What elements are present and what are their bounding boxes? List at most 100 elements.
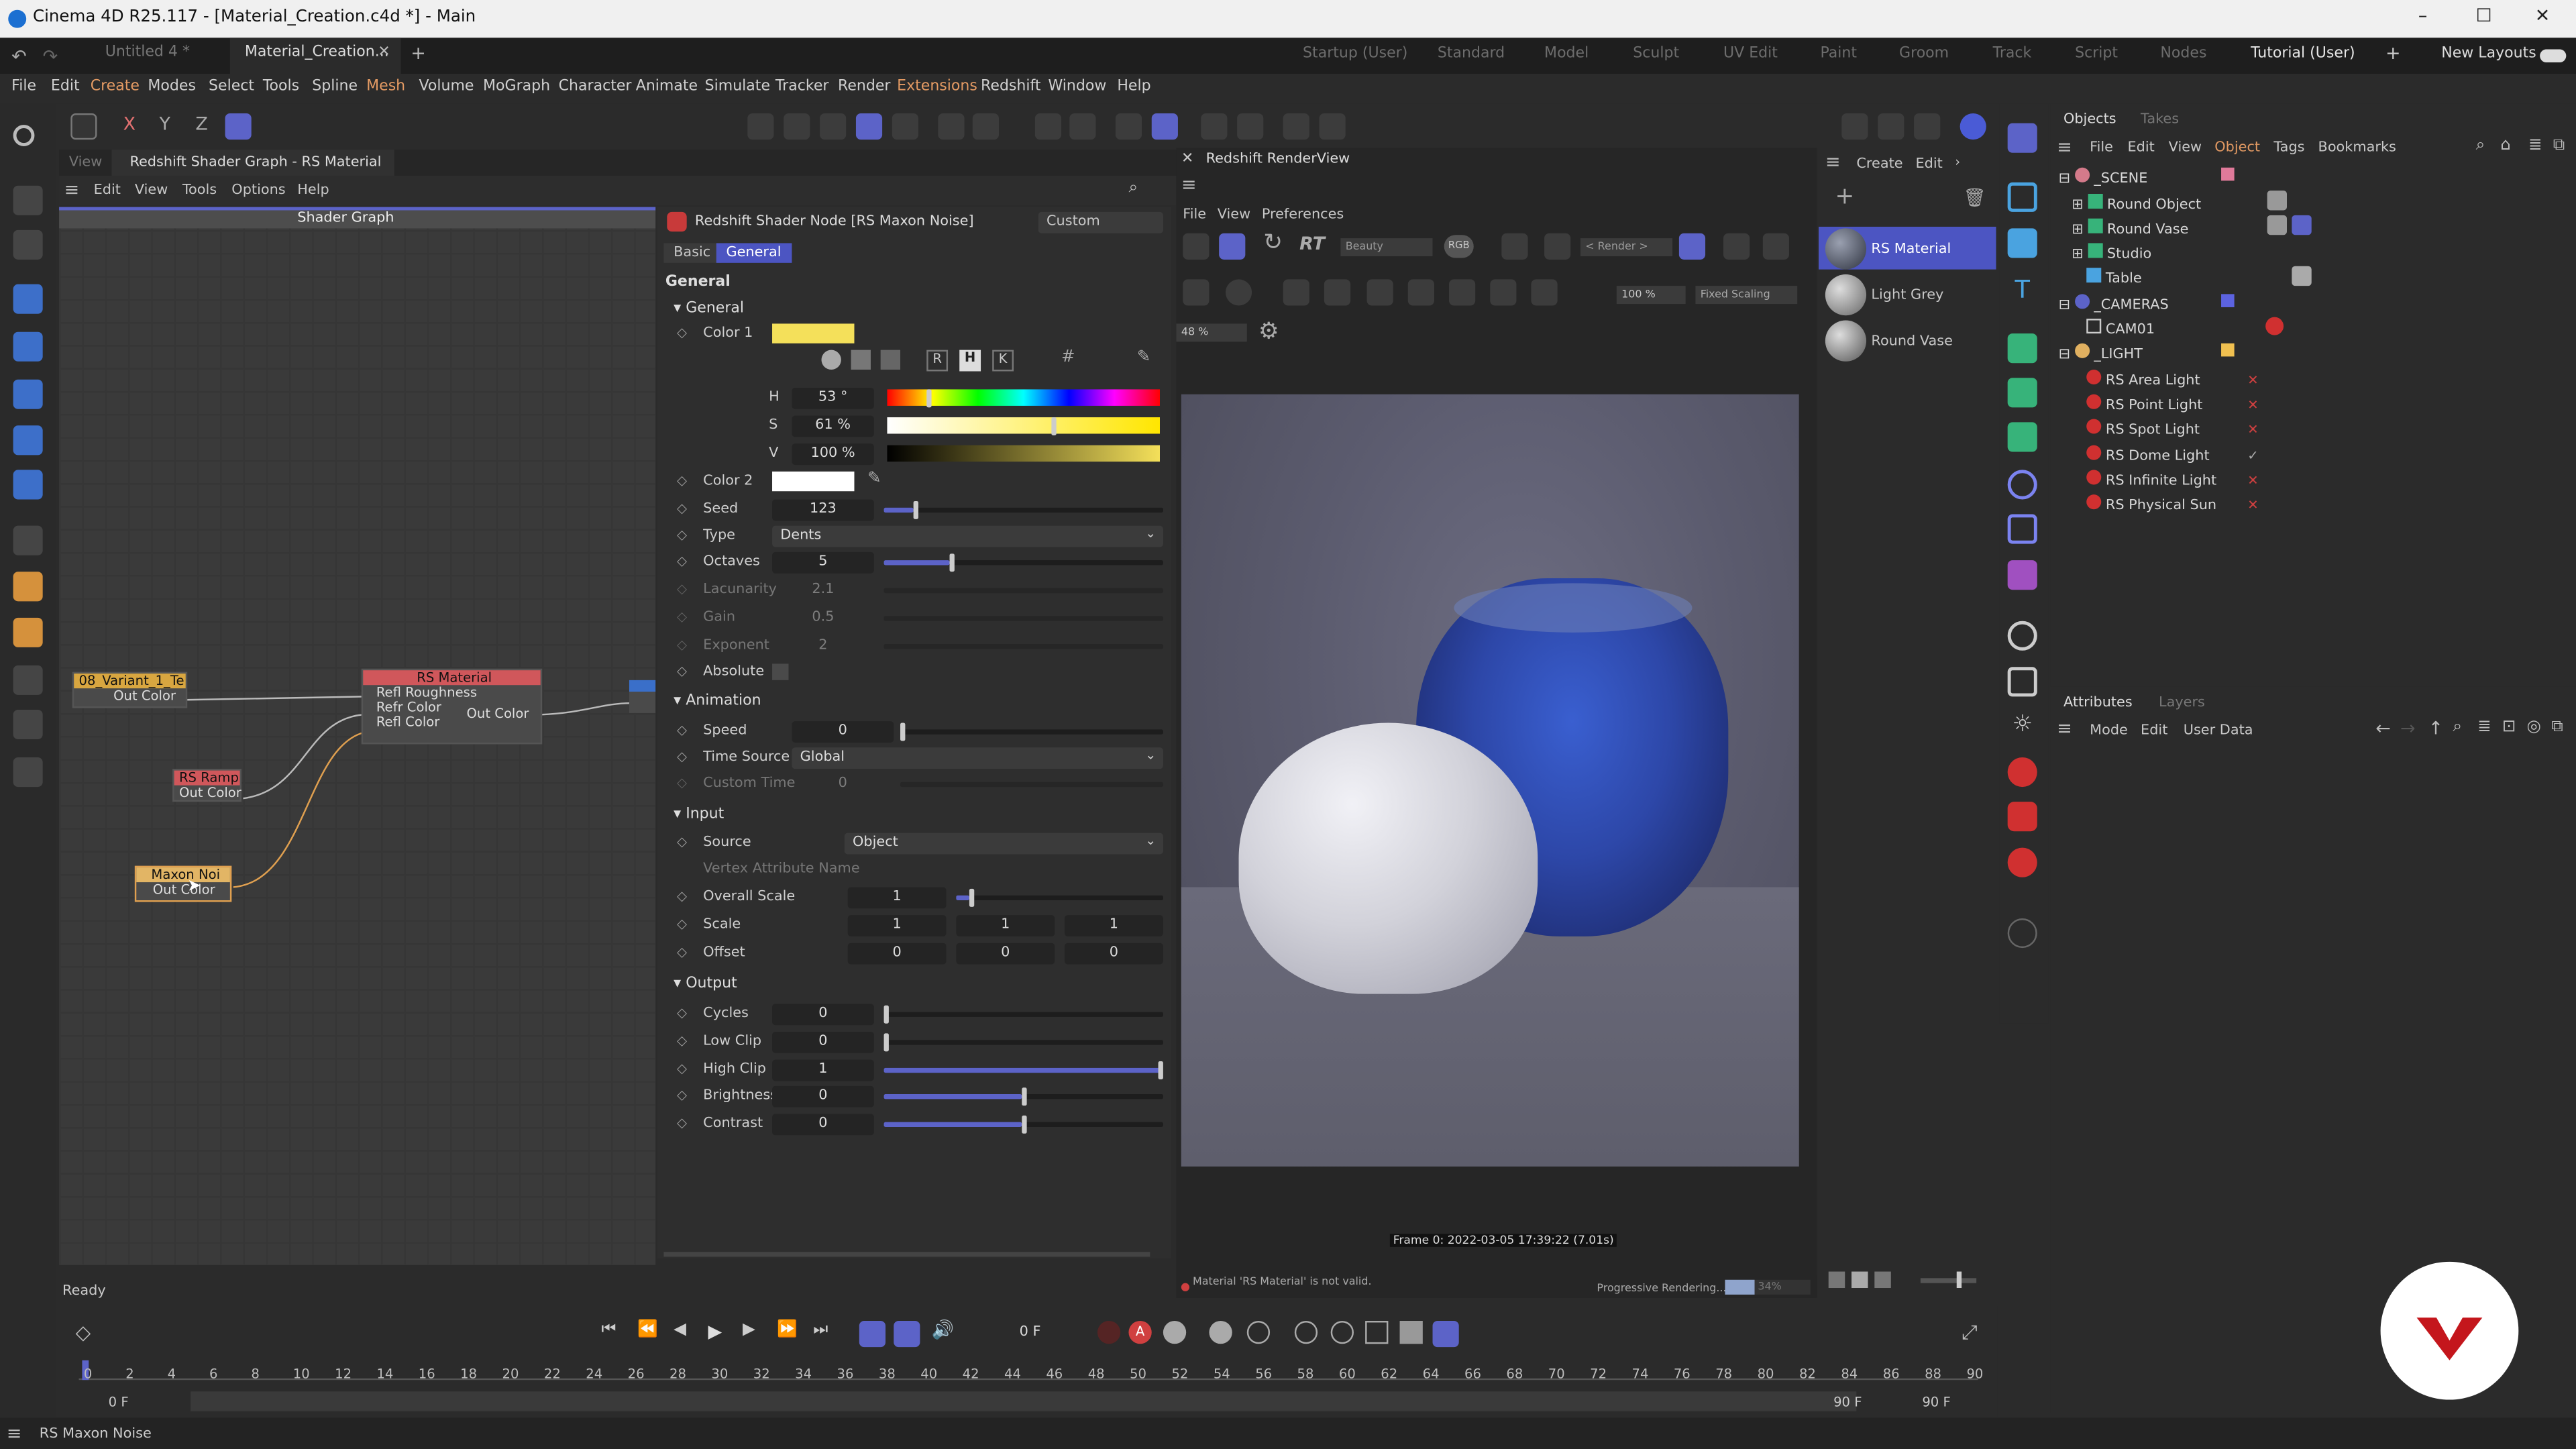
tree-item-rs-point-light[interactable]: RS Point Light	[2086, 394, 2202, 414]
v-value[interactable]: 100 %	[792, 443, 874, 466]
group-general-toggle[interactable]: ▾ General	[674, 301, 744, 317]
new-window-icon[interactable]: ⧉	[2551, 718, 2563, 736]
contrast-knob[interactable]	[1022, 1115, 1027, 1134]
speed-slider[interactable]	[900, 729, 1163, 735]
workplane-icon[interactable]	[938, 113, 965, 140]
play-icon[interactable]: ▶	[708, 1321, 722, 1342]
prev-frame-icon[interactable]: ◀	[674, 1321, 686, 1339]
spline-pen-icon[interactable]	[13, 757, 43, 788]
sat-knob[interactable]	[1051, 417, 1057, 435]
node-variant-texture[interactable]: 08_Variant_1_Te Out Color	[72, 672, 188, 708]
render-settings-icon[interactable]	[1283, 113, 1309, 140]
environment-icon[interactable]	[2007, 621, 2037, 651]
overall-scale-slider[interactable]	[956, 895, 1163, 901]
size-slider[interactable]	[1920, 1278, 1977, 1283]
offset-y[interactable]: 0	[956, 943, 1055, 965]
seed-value[interactable]: 123	[772, 499, 874, 521]
render-picture-icon[interactable]	[1878, 113, 1904, 140]
select-icon[interactable]	[13, 185, 43, 215]
sound-icon[interactable]: 🔊	[932, 1320, 955, 1341]
tab-objects[interactable]: Objects	[2063, 112, 2116, 128]
layout-tab-uvedit[interactable]: UV Edit	[1723, 46, 1778, 62]
shader-graph-tab-title[interactable]: Redshift Shader Graph - RS Material	[129, 154, 381, 170]
hamburger-icon[interactable]: ≡	[64, 179, 80, 201]
lowclip-slider[interactable]	[883, 1040, 1163, 1045]
om-menu-view[interactable]: View	[2169, 140, 2202, 156]
grid-snap-icon[interactable]	[1151, 113, 1178, 140]
expand-icon[interactable]	[1366, 279, 1393, 306]
menu-extensions[interactable]: Extensions	[897, 79, 977, 95]
layout-tab-nodes[interactable]: Nodes	[2160, 46, 2206, 62]
object-mode-icon[interactable]	[70, 113, 97, 140]
maximize-button[interactable]: ☐	[2476, 5, 2492, 26]
rotate-icon[interactable]	[13, 331, 43, 362]
range-start-field[interactable]: 0 F	[109, 1395, 129, 1409]
tag-material-icon[interactable]	[2267, 191, 2288, 211]
cycles-slider[interactable]	[883, 1012, 1163, 1017]
tree-item-table[interactable]: Table	[2086, 268, 2142, 288]
list-view-icon[interactable]	[1828, 1271, 1845, 1289]
am-menu-mode[interactable]: Mode	[2090, 723, 2128, 739]
color2-swatch[interactable]	[772, 471, 855, 492]
hamburger-icon[interactable]: ≡	[7, 1423, 22, 1444]
knife-icon[interactable]	[13, 525, 43, 555]
rv-menu-preferences[interactable]: Preferences	[1262, 207, 1344, 223]
group-input-toggle[interactable]: ▾ Input	[674, 806, 724, 822]
paint-icon[interactable]	[13, 617, 43, 647]
keyframe-icon[interactable]: ◇	[677, 835, 687, 849]
next-key-icon[interactable]: ⏩	[777, 1321, 797, 1339]
om-menu-file[interactable]: File	[2090, 140, 2113, 156]
layout-tab-model[interactable]: Model	[1544, 46, 1589, 62]
sat-gradient[interactable]	[887, 417, 1160, 434]
node-material-port-roughness[interactable]: Refl Roughness	[363, 685, 540, 700]
menu-file[interactable]: File	[11, 79, 36, 95]
image-icon[interactable]	[880, 350, 901, 370]
transform-icon[interactable]	[13, 425, 43, 455]
doc-tab-material-creation[interactable]: Material_Creation...	[245, 44, 389, 60]
node-noise-port[interactable]: Out Color	[136, 882, 230, 897]
keyframe-icon[interactable]: ◇	[677, 917, 687, 932]
sg-search-icon[interactable]: ⌕	[1128, 179, 1138, 197]
target-icon[interactable]	[1237, 113, 1264, 140]
pla-key-icon[interactable]	[1399, 1320, 1423, 1344]
menu-help[interactable]: Help	[1117, 79, 1150, 95]
layout-tab-track[interactable]: Track	[1993, 46, 2032, 62]
solo-icon[interactable]	[972, 113, 999, 140]
snowflake-icon[interactable]	[1762, 233, 1789, 260]
tree-item-light[interactable]: ⊟ _LIGHT	[2059, 343, 2143, 363]
keyframe-icon[interactable]: ◇	[677, 325, 687, 340]
lowclip-knob[interactable]	[883, 1033, 889, 1052]
grid-icon[interactable]	[1115, 113, 1142, 140]
layout-toggle[interactable]	[2540, 49, 2567, 63]
node-rs-material[interactable]: RS Material Refl Roughness Refr Color Re…	[361, 668, 543, 745]
source-dropdown[interactable]: Object	[844, 833, 1163, 855]
fit-icon[interactable]	[1324, 279, 1351, 306]
color-wheel-icon[interactable]	[821, 350, 841, 370]
sg-menu-edit[interactable]: Edit	[94, 182, 121, 199]
aov-dropdown[interactable]: Beauty	[1340, 238, 1433, 257]
sg-menu-view[interactable]: View	[135, 182, 168, 199]
menu-window[interactable]: Window	[1048, 79, 1106, 95]
new-tab-icon[interactable]: +	[411, 43, 426, 64]
text-object-icon[interactable]: T	[2008, 274, 2037, 304]
large-view-icon[interactable]	[1874, 1271, 1891, 1289]
type-dropdown[interactable]: Dents	[772, 525, 1163, 547]
overall-scale-knob[interactable]	[969, 888, 975, 907]
menu-redshift[interactable]: Redshift	[981, 79, 1041, 95]
rgb-toggle[interactable]: RGB	[1444, 235, 1474, 258]
live-select-icon[interactable]	[13, 229, 43, 260]
mode-k-button[interactable]: K	[992, 350, 1014, 372]
move-icon[interactable]	[13, 284, 43, 314]
am-menu-edit[interactable]: Edit	[2141, 723, 2167, 739]
tree-item-cameras[interactable]: ⊟ _CAMERAS	[2059, 294, 2169, 314]
attr-scrollbar[interactable]	[663, 1252, 1150, 1257]
keyframe-icon[interactable]: ◇	[677, 889, 687, 904]
goto-end-icon[interactable]: ⏭	[813, 1321, 828, 1339]
view-tab[interactable]: View	[69, 154, 102, 170]
tree-item-rs-physical-sun[interactable]: RS Physical Sun	[2086, 494, 2216, 515]
menu-simulate[interactable]: Simulate	[705, 79, 770, 95]
render-view-icon[interactable]	[1841, 113, 1868, 140]
rotation-key-icon[interactable]	[1246, 1320, 1271, 1344]
record-icon[interactable]	[1097, 1320, 1121, 1344]
keyframe-icon[interactable]: ◇	[677, 553, 687, 568]
